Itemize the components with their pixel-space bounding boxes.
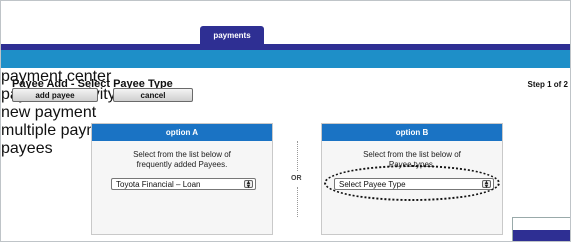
highlight-ellipse (324, 165, 500, 201)
subnav-background (1, 50, 570, 68)
or-divider-bottom (297, 187, 298, 217)
primary-tab-row: payments (1, 26, 570, 44)
overlapping-window-corner (512, 217, 570, 241)
add-payee-button[interactable]: add payee (12, 88, 98, 102)
option-a-desc-line-1: Select from the list below of (133, 150, 231, 159)
subnav-item-new-payment[interactable]: new payment (1, 104, 570, 122)
subnav-bar: payment center payment activity new paym… (1, 50, 570, 157)
tab-payments[interactable]: payments (200, 26, 264, 44)
option-b-desc-line-1: Select from the list below of (363, 150, 461, 159)
or-divider-top (297, 141, 298, 171)
option-a-title: option A (92, 124, 272, 141)
overlapping-window-bar (513, 230, 570, 241)
option-b-title: option B (322, 124, 502, 141)
step-indicator: Step 1 of 2 (527, 80, 568, 89)
top-spacer (1, 1, 570, 26)
option-a-description: Select from the list below of frequently… (92, 150, 272, 170)
or-label: OR (291, 175, 302, 182)
option-a-desc-line-2: frequently added Payees. (136, 160, 228, 169)
app-window: payments payment center payment activity… (0, 0, 571, 242)
cancel-button[interactable]: cancel (113, 88, 193, 102)
frequent-payee-select-value: Toyota Financial – Loan (116, 179, 201, 189)
frequent-payee-select[interactable]: Toyota Financial – Loan ▲ ▼ (111, 178, 256, 190)
select-arrows-icon: ▲ ▼ (244, 180, 253, 190)
